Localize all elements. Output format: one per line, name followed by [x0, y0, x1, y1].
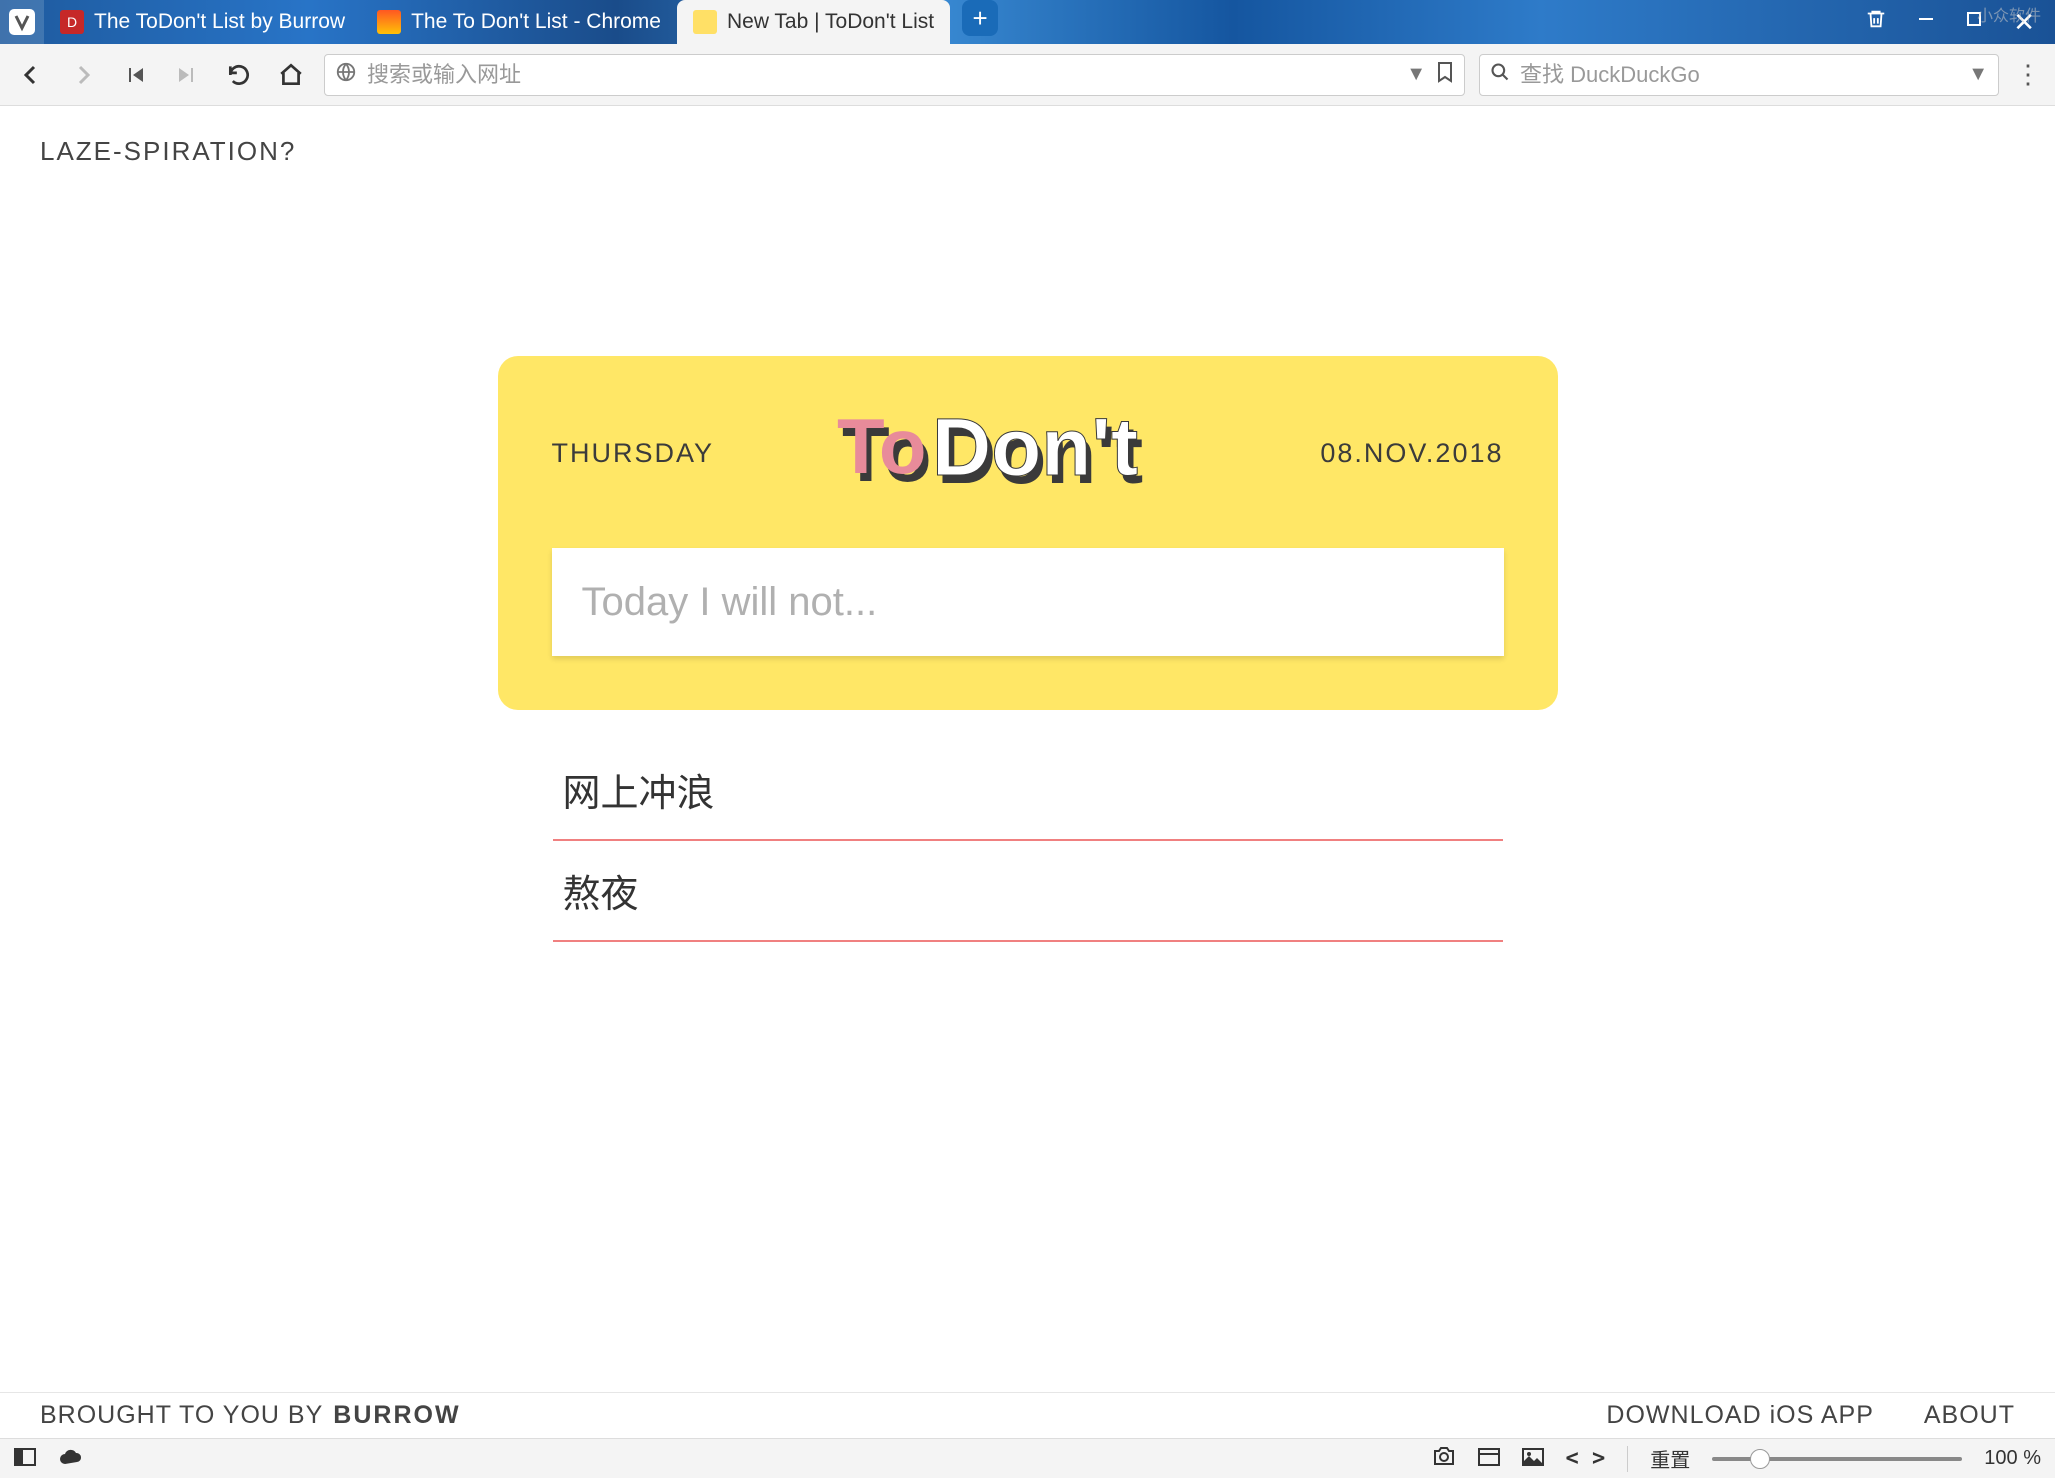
tab-label: The ToDon't List by Burrow — [94, 10, 345, 34]
reload-button[interactable] — [220, 56, 258, 94]
card-header: THURSDAY To To Don't Don't 08.NOV.2018 — [552, 398, 1504, 508]
search-dropdown-icon[interactable]: ▼ — [1968, 63, 1988, 86]
date-label: 08.NOV.2018 — [1320, 438, 1503, 469]
todont-items: 网上冲浪 熬夜 — [553, 740, 1503, 942]
watermark-text: 小众软件 — [1977, 2, 2041, 26]
about-link[interactable]: ABOUT — [1924, 1401, 2015, 1430]
status-bar: < > 重置 100 % — [0, 1438, 2055, 1478]
card-container: THURSDAY To To Don't Don't 08.NOV.2018 网… — [0, 106, 2055, 942]
rewind-button[interactable] — [116, 56, 154, 94]
brought-by-label: BROUGHT TO YOU BY — [40, 1401, 323, 1430]
favicon-icon: D — [60, 10, 84, 34]
footer-links: DOWNLOAD iOS APP ABOUT — [1606, 1401, 2015, 1430]
list-item[interactable]: 熬夜 — [553, 841, 1503, 942]
code-icon[interactable]: < > — [1566, 1446, 1606, 1471]
search-input[interactable] — [1520, 62, 1958, 88]
forward-button[interactable] — [64, 56, 102, 94]
svg-text:Don't: Don't — [932, 402, 1138, 493]
tab-strip: D The ToDon't List by Burrow The To Don'… — [44, 0, 1845, 44]
favicon-icon — [377, 10, 401, 34]
tab-label: New Tab | ToDon't List — [727, 10, 934, 34]
browser-toolbar: ▼ ▼ ⋮ — [0, 44, 2055, 106]
download-ios-link[interactable]: DOWNLOAD iOS APP — [1606, 1401, 1873, 1430]
laze-spiration-link[interactable]: LAZE-SPIRATION? — [40, 136, 296, 167]
zoom-slider[interactable] — [1712, 1457, 1962, 1461]
back-button[interactable] — [12, 56, 50, 94]
day-label: THURSDAY — [552, 438, 715, 469]
cloud-icon[interactable] — [58, 1446, 84, 1472]
zoom-thumb[interactable] — [1750, 1449, 1770, 1469]
svg-text:To: To — [837, 402, 927, 490]
dropdown-icon[interactable]: ▼ — [1406, 63, 1426, 86]
brand-name[interactable]: BURROW — [333, 1401, 460, 1430]
zoom-level-label: 100 % — [1984, 1447, 2041, 1470]
todont-card: THURSDAY To To Don't Don't 08.NOV.2018 — [498, 356, 1558, 710]
image-icon[interactable] — [1522, 1446, 1544, 1472]
bookmark-icon[interactable] — [1436, 61, 1454, 89]
window-titlebar: D The ToDon't List by Burrow The To Don'… — [0, 0, 2055, 44]
address-bar[interactable]: ▼ — [324, 54, 1465, 96]
list-item[interactable]: 网上冲浪 — [553, 740, 1503, 841]
new-tab-button[interactable]: + — [962, 0, 998, 36]
home-button[interactable] — [272, 56, 310, 94]
tab-0[interactable]: D The ToDon't List by Burrow — [44, 0, 361, 44]
page-content: LAZE-SPIRATION? THURSDAY To To Don't Don… — [0, 106, 2055, 1392]
favicon-icon — [693, 10, 717, 34]
panel-toggle-icon[interactable] — [14, 1446, 36, 1472]
zoom-reset-button[interactable]: 重置 — [1650, 1444, 1690, 1473]
tab-1[interactable]: The To Don't List - Chrome — [361, 0, 677, 44]
divider — [1627, 1446, 1628, 1472]
trash-icon[interactable] — [1865, 8, 1887, 36]
search-icon — [1490, 62, 1510, 88]
footer-brand: BROUGHT TO YOU BY BURROW — [40, 1401, 461, 1430]
globe-icon — [335, 61, 357, 89]
fast-forward-button[interactable] — [168, 56, 206, 94]
search-bar[interactable]: ▼ — [1479, 54, 1999, 96]
todont-logo: To To Don't Don't — [837, 398, 1197, 508]
capture-icon[interactable] — [1432, 1446, 1456, 1472]
tab-2[interactable]: New Tab | ToDon't List — [677, 0, 950, 44]
todont-input[interactable] — [552, 548, 1504, 656]
menu-button[interactable]: ⋮ — [2013, 59, 2043, 90]
page-footer: BROUGHT TO YOU BY BURROW DOWNLOAD iOS AP… — [0, 1392, 2055, 1438]
address-input[interactable] — [367, 62, 1396, 88]
tab-label: The To Don't List - Chrome — [411, 10, 661, 34]
tiling-icon[interactable] — [1478, 1446, 1500, 1472]
minimize-button[interactable] — [1917, 10, 1935, 34]
vivaldi-logo[interactable] — [0, 0, 44, 44]
